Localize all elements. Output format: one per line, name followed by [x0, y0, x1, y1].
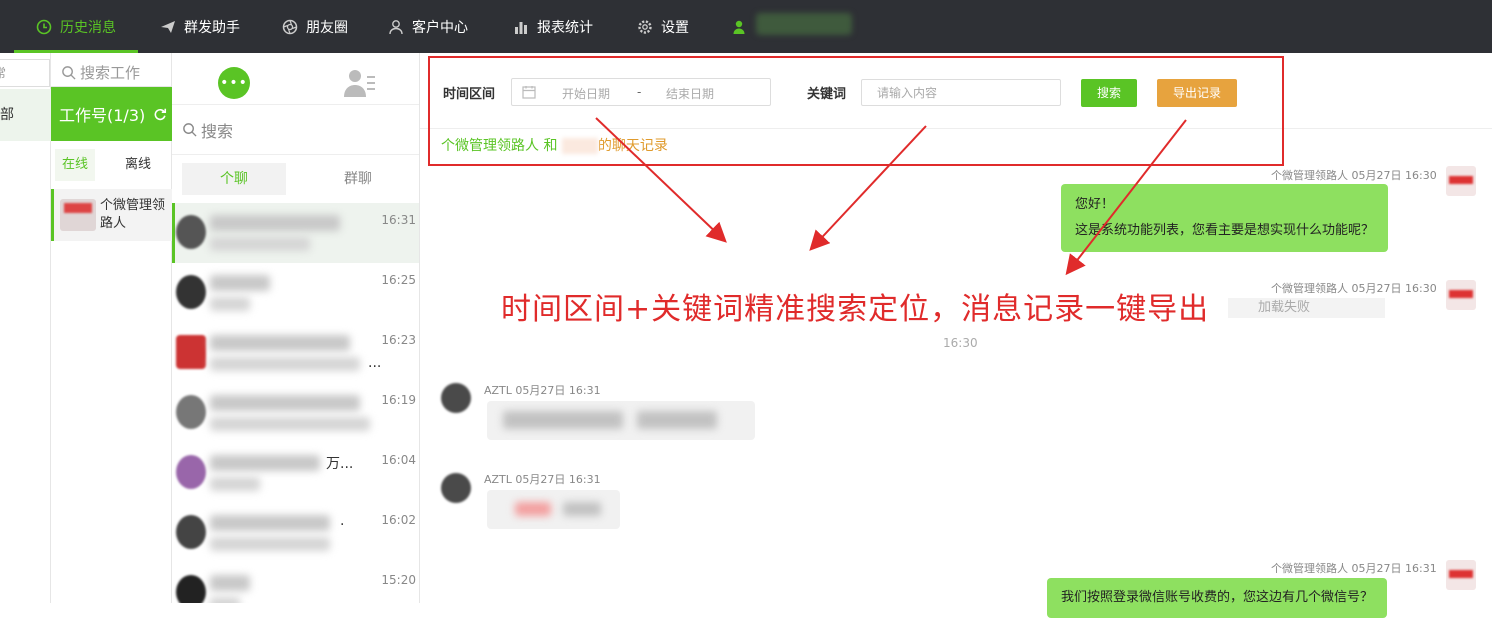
clock-icon [36, 19, 52, 34]
message-meta: 个微管理领路人 05月27日 16:31 [1271, 562, 1437, 575]
contact-item[interactable]: . 16:02 [172, 503, 419, 563]
annotation-caption: 时间区间+关键词精准搜索定位，消息记录一键导出 [501, 292, 1210, 327]
message-line: 您好！ [1075, 197, 1115, 212]
tab-private-chat[interactable]: 个聊 [182, 163, 286, 195]
nav-label: 群发助手 [184, 19, 240, 36]
annotation-highlight-box [428, 56, 1284, 166]
nav-label: 历史消息 [60, 19, 116, 36]
department-search-input[interactable]: 常 [0, 59, 50, 87]
nav-label: 朋友圈 [306, 19, 348, 36]
contact-snippet: ... [368, 355, 382, 371]
department-panel: 常 部 [0, 53, 51, 603]
tab-offline[interactable]: 离线 [113, 149, 163, 181]
contact-panel: ••• 搜索 个聊 群聊 16:31 16:25 ... 16:23 16:19… [172, 53, 420, 603]
contact-time: 16:04 [381, 453, 416, 467]
work-account-header: 工作号(1/3) [51, 87, 172, 141]
account-name: 个微管理领路人 [100, 198, 166, 231]
contact-time: 16:19 [381, 393, 416, 407]
contacts-icon[interactable] [344, 68, 376, 98]
work-account-count: 工作号(1/3) [59, 106, 146, 125]
contact-item[interactable]: 16:19 [172, 383, 419, 443]
avatar [176, 215, 206, 249]
avatar [176, 455, 206, 489]
nav-label: 设置 [661, 19, 689, 36]
nav-user[interactable] [731, 0, 747, 53]
search-icon [62, 66, 76, 80]
tab-group-chat[interactable]: 群聊 [306, 163, 410, 195]
avatar [1446, 560, 1476, 590]
nav-label: 报表统计 [537, 19, 593, 36]
avatar [176, 335, 206, 369]
user-icon [389, 19, 403, 34]
chat-type-tabs: 个聊 群聊 [172, 155, 419, 203]
avatar [1446, 280, 1476, 310]
message-bubble: 我们按照登录微信账号收费的，您这边有几个微信号？ [1047, 578, 1388, 618]
contact-search-input[interactable]: 搜索 [172, 105, 419, 155]
nav-customer-center[interactable]: 客户中心 [388, 0, 468, 53]
work-account-item[interactable]: 个微管理领路人 [51, 189, 172, 241]
contact-item[interactable]: 15:20 [172, 563, 419, 603]
gear-icon [638, 19, 652, 34]
message-bubble: 您好！ 这是系统功能列表，您看主要是想实现什么功能呢？ [1061, 184, 1389, 252]
contact-time: 16:02 [381, 513, 416, 527]
user-name-redacted [756, 13, 852, 35]
message-meta: AZTL 05月27日 16:31 [484, 473, 601, 486]
contact-item[interactable]: 万... 16:04 [172, 443, 419, 503]
avatar [441, 383, 471, 413]
nav-moments[interactable]: 朋友圈 [282, 0, 348, 53]
contact-item[interactable]: 16:25 [172, 263, 419, 323]
paper-plane-icon [161, 20, 175, 33]
avatar [176, 575, 206, 603]
contact-snippet: 万... [326, 456, 354, 472]
contact-snippet: . [340, 513, 345, 529]
aperture-icon [282, 19, 298, 34]
search-placeholder: 搜索 [201, 121, 234, 141]
contact-time: 16:23 [381, 333, 416, 347]
top-nav: 历史消息 群发助手 朋友圈 客户中心 报表统计 设置 [0, 0, 1492, 53]
chat-bubble-icon[interactable]: ••• [218, 67, 250, 99]
contact-time: 15:20 [381, 573, 416, 587]
online-status-tabs: 在线 离线 [51, 149, 172, 181]
avatar [176, 515, 206, 549]
refresh-icon[interactable] [153, 107, 167, 121]
time-divider: 16:30 [943, 336, 978, 350]
message-meta: AZTL 05月27日 16:31 [484, 384, 601, 397]
load-failed-message: 加载失败 [1228, 298, 1385, 318]
work-account-search-input[interactable]: 搜索工作 [51, 59, 172, 87]
nav-history-messages[interactable]: 历史消息 [14, 0, 138, 53]
nav-settings[interactable]: 设置 [637, 0, 689, 53]
avatar [176, 275, 206, 309]
contact-time: 16:25 [381, 273, 416, 287]
contact-item[interactable]: 16:31 [172, 203, 419, 263]
message-meta: 个微管理领路人 05月27日 16:30 [1271, 282, 1437, 295]
nav-broadcast-assistant[interactable]: 群发助手 [160, 0, 240, 53]
contact-panel-toolbar: ••• [172, 53, 419, 105]
avatar [1446, 166, 1476, 196]
bar-chart-icon [515, 21, 527, 34]
search-icon [183, 123, 197, 137]
tab-online[interactable]: 在线 [55, 149, 95, 181]
contact-item[interactable]: ... 16:23 [172, 323, 419, 383]
department-item[interactable]: 部 [0, 89, 51, 141]
user-icon [733, 20, 745, 34]
message-line: 这是系统功能列表，您看主要是想实现什么功能呢？ [1075, 223, 1375, 238]
message-bubble [487, 490, 620, 529]
search-placeholder: 搜索工作 [80, 64, 141, 82]
contact-time: 16:31 [381, 213, 416, 227]
avatar [441, 473, 471, 503]
nav-reports[interactable]: 报表统计 [513, 0, 593, 53]
avatar [176, 395, 206, 429]
avatar [60, 199, 96, 231]
work-account-panel: 搜索工作 工作号(1/3) 在线 离线 个微管理领路人 [51, 53, 172, 603]
nav-label: 客户中心 [412, 19, 468, 36]
message-meta: 个微管理领路人 05月27日 16:30 [1271, 169, 1437, 182]
message-bubble [487, 401, 755, 440]
